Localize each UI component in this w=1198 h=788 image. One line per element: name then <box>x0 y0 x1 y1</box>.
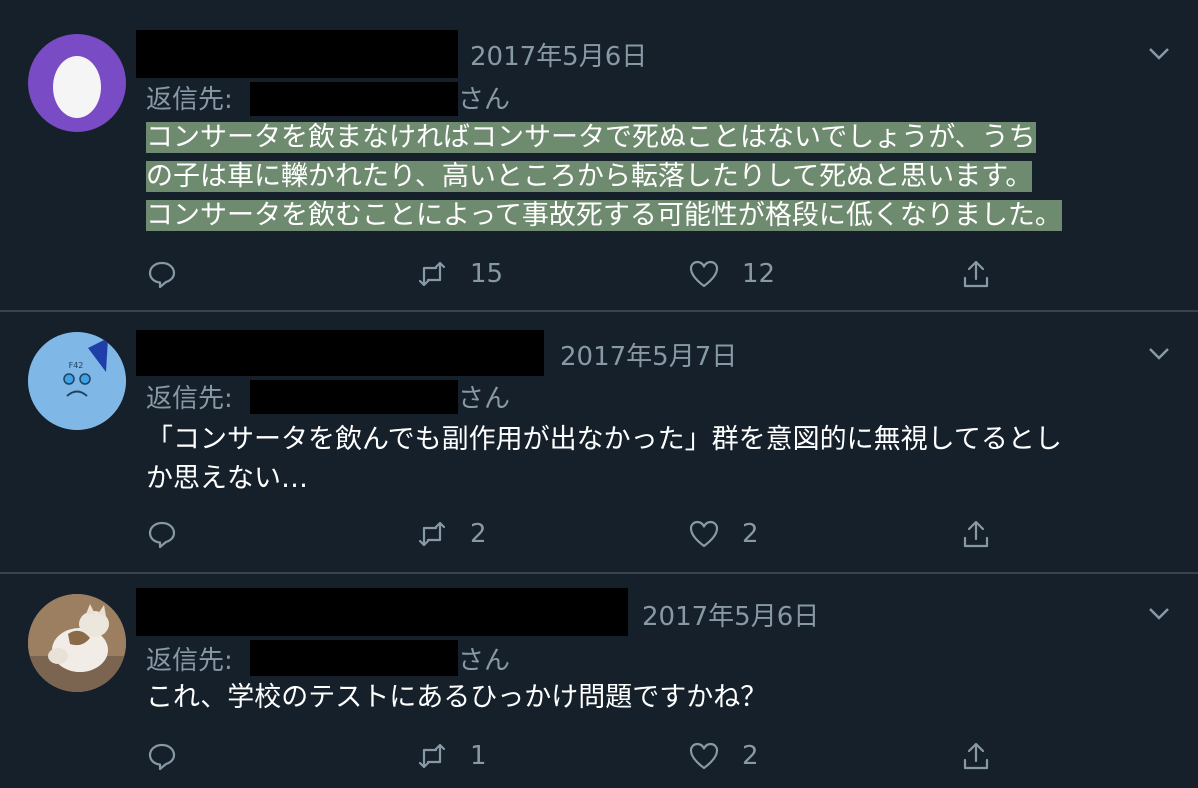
reply-button[interactable] <box>146 738 200 774</box>
egg-icon <box>53 56 101 118</box>
reply-suffix: さん <box>458 384 511 414</box>
text-line: か思えない… <box>146 463 308 494</box>
reply-suffix: さん <box>458 85 511 115</box>
tweet-date[interactable]: 2017年5月6日 <box>470 36 647 73</box>
chevron-down-icon[interactable] <box>1148 607 1170 621</box>
retweet-count: 15 <box>470 259 504 289</box>
reply-button[interactable] <box>146 516 200 552</box>
redacted-username <box>136 588 628 636</box>
cat-photo-icon <box>28 594 126 692</box>
tweet-actions: 1 2 <box>146 738 1006 774</box>
avatar-label: F42 <box>69 361 84 370</box>
tweet-3[interactable]: 2017年5月6日 返信先: さん これ、学校のテストにあるひっかけ問題ですかね… <box>0 572 1198 788</box>
like-count: 2 <box>742 741 759 771</box>
tweet-actions: 2 2 <box>146 516 1006 552</box>
f42-face-avatar[interactable]: F42 <box>28 332 126 430</box>
redacted-reply-target <box>250 82 458 116</box>
retweet-count: 1 <box>470 741 487 771</box>
like-button[interactable]: 2 <box>688 738 759 774</box>
heart-icon <box>689 742 719 770</box>
share-button[interactable] <box>960 256 992 292</box>
heart-icon <box>689 520 719 548</box>
like-count: 12 <box>742 259 776 289</box>
retweet-icon <box>418 743 446 769</box>
tweet-date[interactable]: 2017年5月6日 <box>642 596 819 633</box>
chevron-down-icon[interactable] <box>1148 47 1170 61</box>
text-line: コンサータを飲むことによって事故死する可能性が格段に低くなりました。 <box>146 200 1062 231</box>
text-line: コンサータを飲まなければコンサータで死ぬことはないでしょうが、うち <box>146 122 1036 153</box>
like-count: 2 <box>742 519 759 549</box>
tweet-text: コンサータを飲まなければコンサータで死ぬことはないでしょうが、うち の子は車に轢… <box>146 118 1176 235</box>
reply-icon <box>148 521 176 549</box>
like-button[interactable]: 2 <box>688 516 759 552</box>
reply-icon <box>148 261 176 289</box>
tweet-actions: 15 12 <box>146 256 1006 292</box>
tweet-text: これ、学校のテストにあるひっかけ問題ですかね？ <box>146 678 1176 717</box>
redacted-username <box>136 330 544 376</box>
reply-prefix: 返信先: <box>146 384 233 414</box>
like-button[interactable]: 12 <box>688 256 775 292</box>
share-icon <box>963 742 989 770</box>
cat-photo-avatar[interactable] <box>28 594 126 692</box>
share-button[interactable] <box>960 738 992 774</box>
chevron-down-icon[interactable] <box>1148 347 1170 361</box>
text-line: 「コンサータを飲んでも副作用が出なかった」群を意図的に無視してるとし <box>146 424 1062 455</box>
text-line: の子は車に轢かれたり、高いところから転落したりして死ぬと思います。 <box>146 161 1033 192</box>
retweet-icon <box>418 261 446 287</box>
share-button[interactable] <box>960 516 992 552</box>
f42-face-icon: F42 <box>28 332 126 430</box>
egg-avatar[interactable] <box>28 34 126 132</box>
retweet-icon <box>418 521 446 547</box>
text-line: これ、学校のテストにあるひっかけ問題ですかね？ <box>146 682 768 713</box>
redacted-reply-target <box>250 380 458 414</box>
tweet-2[interactable]: F42 2017年5月7日 返信先: さん 「コンサータを飲んでも副作用が出なか… <box>0 310 1198 572</box>
retweet-count: 2 <box>470 519 487 549</box>
tweet-text: 「コンサータを飲んでも副作用が出なかった」群を意図的に無視してるとし か思えない… <box>146 420 1176 498</box>
redacted-username <box>136 30 458 78</box>
heart-icon <box>689 260 719 288</box>
reply-button[interactable] <box>146 256 200 292</box>
tweet-date[interactable]: 2017年5月7日 <box>560 336 737 373</box>
reply-prefix: 返信先: <box>146 85 233 115</box>
tweet-1[interactable]: 2017年5月6日 返信先: さん コンサータを飲まなければコンサータで死ぬこと… <box>0 0 1198 310</box>
redacted-reply-target <box>250 640 458 676</box>
retweet-button[interactable]: 15 <box>416 256 503 292</box>
reply-icon <box>148 743 176 771</box>
retweet-button[interactable]: 2 <box>416 516 487 552</box>
reply-prefix: 返信先: <box>146 646 233 676</box>
share-icon <box>963 260 989 288</box>
retweet-button[interactable]: 1 <box>416 738 487 774</box>
share-icon <box>963 520 989 548</box>
reply-suffix: さん <box>458 646 511 676</box>
